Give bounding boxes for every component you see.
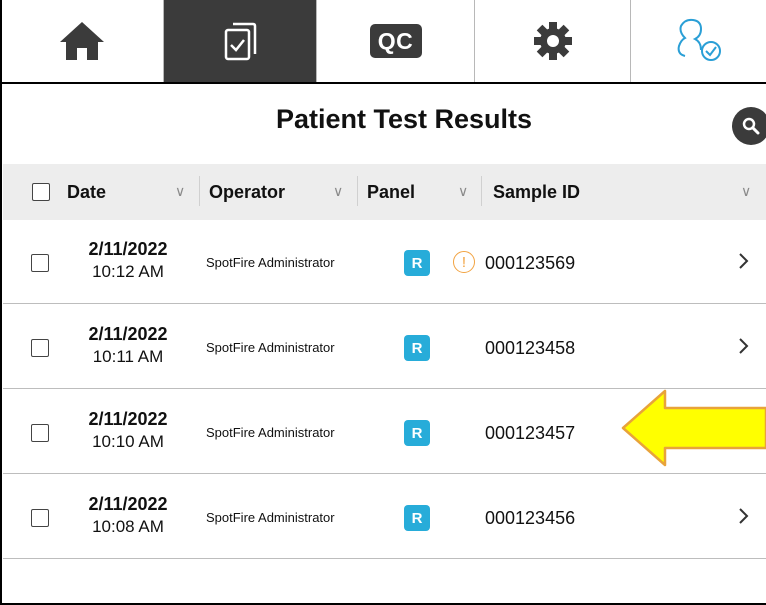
header-operator[interactable]: Operator (209, 182, 285, 203)
chevron-right-icon[interactable] (737, 250, 751, 272)
table-row[interactable]: 2/11/2022 10:11 AM SpotFire Administrato… (3, 305, 766, 389)
panel-badge: R (404, 250, 430, 276)
chevron-down-icon[interactable]: ∨ (741, 184, 751, 200)
row-checkbox[interactable] (31, 254, 49, 272)
highlight-arrow-icon (621, 389, 766, 467)
chevron-down-icon[interactable]: ∨ (333, 184, 343, 200)
row-date: 2/11/2022 (88, 324, 168, 344)
chevron-down-icon[interactable]: ∨ (175, 184, 185, 200)
table-row[interactable]: 2/11/2022 10:08 AM SpotFire Administrato… (3, 475, 766, 559)
table-header: Date ∨ Operator ∨ Panel ∨ Sample ID ∨ (3, 164, 766, 220)
header-panel[interactable]: Panel (367, 182, 415, 203)
clipboard-check-icon (224, 22, 257, 61)
page-title: Patient Test Results (275, 104, 533, 134)
row-checkbox[interactable] (31, 339, 49, 357)
row-date: 2/11/2022 (88, 494, 168, 514)
row-date: 2/11/2022 (88, 409, 168, 429)
column-divider (357, 176, 358, 206)
row-time: 10:08 AM (92, 517, 164, 536)
panel-badge: R (404, 335, 430, 361)
top-nav: QC (0, 0, 766, 84)
row-sample-id: 000123569 (485, 253, 576, 273)
row-time: 10:12 AM (92, 262, 164, 281)
qc-label: QC (369, 24, 422, 58)
row-operator: SpotFire Administrator (206, 340, 335, 355)
select-all-checkbox[interactable] (32, 183, 50, 201)
nav-tab-settings[interactable] (475, 0, 631, 82)
row-operator: SpotFire Administrator (206, 255, 335, 270)
user-check-icon (677, 18, 721, 61)
search-button[interactable] (732, 107, 766, 145)
nav-tab-qc[interactable]: QC (317, 0, 475, 82)
row-checkbox[interactable] (31, 509, 49, 527)
row-date: 2/11/2022 (88, 239, 168, 259)
row-sample-id: 000123458 (485, 338, 576, 358)
row-operator: SpotFire Administrator (206, 510, 335, 525)
search-icon (742, 117, 760, 135)
nav-tab-user[interactable] (631, 0, 766, 82)
table-row[interactable]: 2/11/2022 10:12 AM SpotFire Administrato… (3, 220, 766, 304)
nav-tab-results[interactable] (164, 0, 317, 82)
chevron-right-icon[interactable] (737, 335, 751, 357)
header-date[interactable]: Date (67, 182, 106, 203)
row-checkbox[interactable] (31, 424, 49, 442)
row-time: 10:11 AM (92, 347, 164, 366)
chevron-right-icon[interactable] (737, 505, 751, 527)
home-icon (59, 22, 104, 60)
warning-icon: ! (453, 251, 475, 273)
panel-badge: R (404, 420, 430, 446)
row-operator: SpotFire Administrator (206, 425, 335, 440)
nav-tab-home[interactable] (0, 0, 164, 82)
column-divider (481, 176, 482, 206)
row-sample-id: 000123457 (485, 423, 576, 443)
header-sample-id[interactable]: Sample ID (493, 182, 580, 203)
row-time: 10:10 AM (92, 432, 164, 451)
chevron-down-icon[interactable]: ∨ (458, 184, 468, 200)
column-divider (199, 176, 200, 206)
gear-icon (533, 22, 572, 60)
panel-badge: R (404, 505, 430, 531)
row-sample-id: 000123456 (485, 508, 576, 528)
